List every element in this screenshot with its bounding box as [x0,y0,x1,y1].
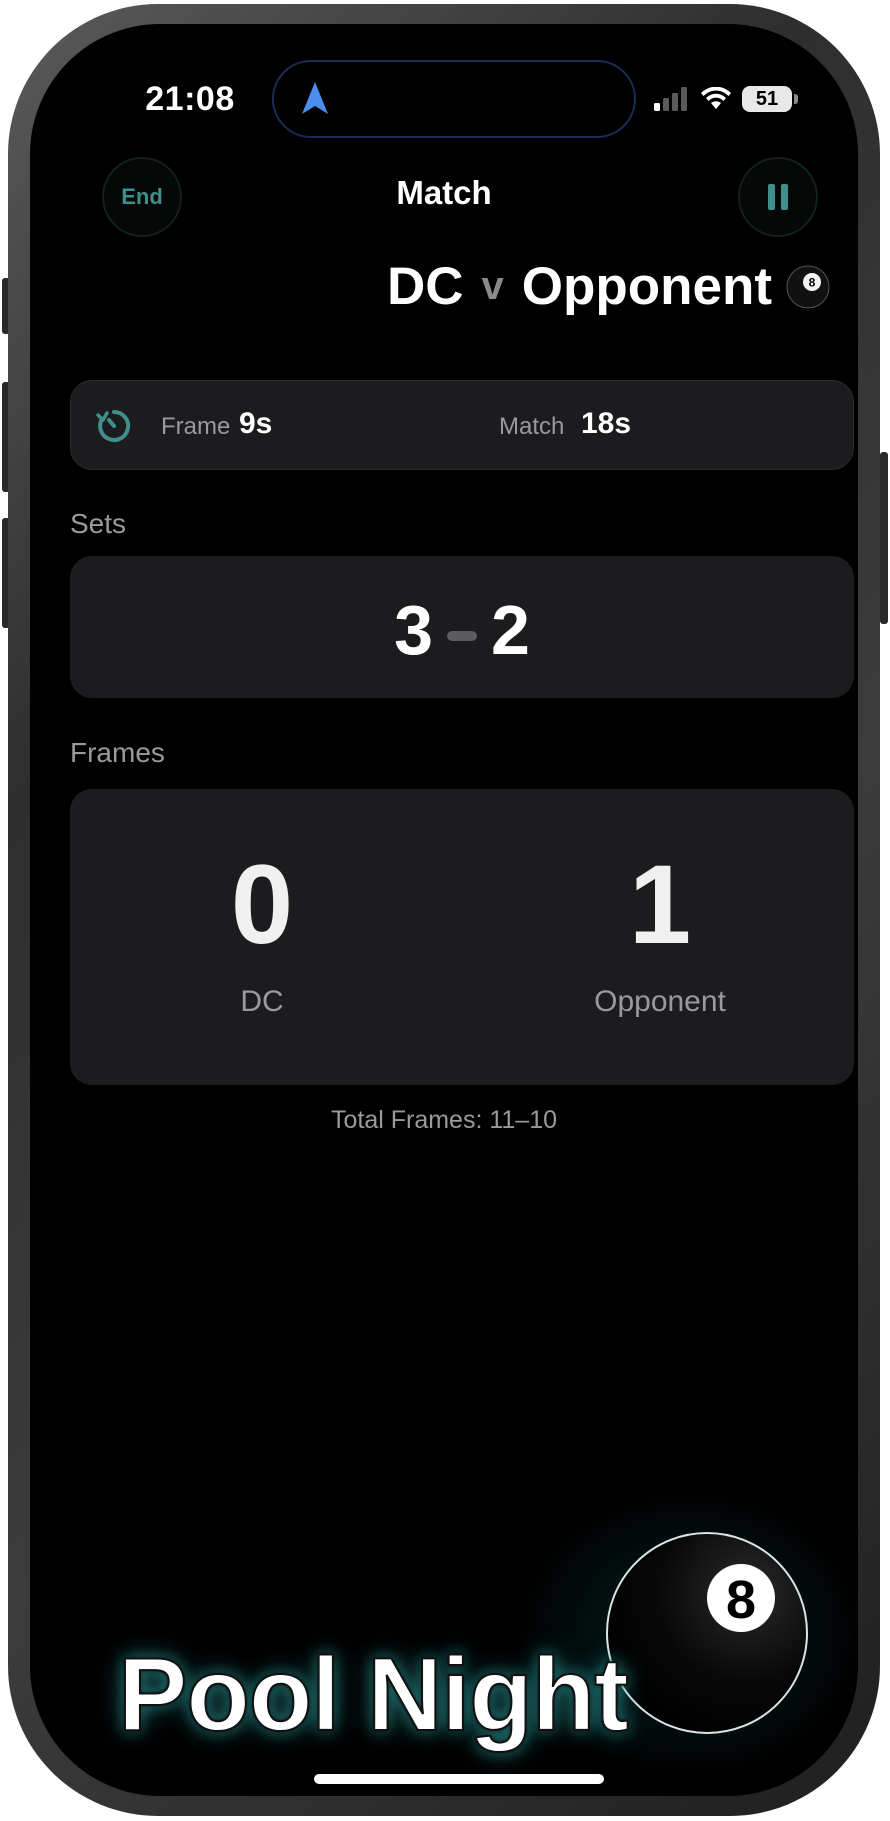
cellular-signal-icon [654,87,687,111]
power-button [880,452,888,624]
pause-icon-bar [781,184,788,210]
pause-icon [768,184,775,210]
player-frames-column[interactable]: 0 DC [112,849,412,1019]
opponent-frames-name: Opponent [594,985,726,1018]
dynamic-island [272,60,636,138]
logo-text: Pool Night [117,1636,630,1754]
sets-score: 32 [70,590,854,670]
eight-ball-logo-icon: 8 [606,1532,808,1734]
timer-icon [96,409,131,442]
frame-timer-value: 9s [239,407,273,440]
player-name: DC [386,257,464,316]
eight-ball-icon: 8 [786,265,830,308]
home-indicator[interactable] [314,1774,604,1784]
status-indicators: 51 [654,86,798,112]
opponent-frames-score: 1 [628,842,692,967]
phone-body: 21:08 51 End Match DC v Opponent 8 Frame… [8,4,880,1816]
status-time: 21:08 [145,80,235,118]
opponent-sets: 2 [491,591,530,669]
match-timer-value: 18s [581,407,632,440]
total-frames: Total Frames: 11–10 [330,1106,558,1134]
opponent-name: Opponent [521,257,772,316]
page-title: Match [396,174,492,211]
svg-text:8: 8 [809,275,816,289]
timer-card: Frame 9s Match 18s [70,380,854,470]
sets-card: 32 [70,556,854,698]
matchup-heading: DC v Opponent 8 [387,256,830,317]
frames-label: Frames [70,737,165,768]
navigation-arrow-icon [302,82,328,114]
versus-label: v [481,264,504,308]
opponent-frames-column[interactable]: 1 Opponent [510,849,810,1019]
wifi-icon [701,87,731,109]
pause-button[interactable] [738,157,818,237]
logo-ball-number: 8 [726,1570,756,1630]
screen: 21:08 51 End Match DC v Opponent 8 Frame… [30,24,858,1796]
score-separator [447,630,477,641]
sets-label: Sets [70,508,127,539]
device-frame: 21:08 51 End Match DC v Opponent 8 Frame… [0,0,890,1821]
player-sets: 3 [394,591,433,669]
match-timer-label: Match [499,413,565,440]
frames-card: 0 DC 1 Opponent [70,789,854,1085]
frame-timer-label: Frame [161,413,231,440]
battery-indicator: 51 [742,86,798,112]
player-frames-name: DC [240,985,284,1018]
player-frames-score: 0 [230,842,294,967]
